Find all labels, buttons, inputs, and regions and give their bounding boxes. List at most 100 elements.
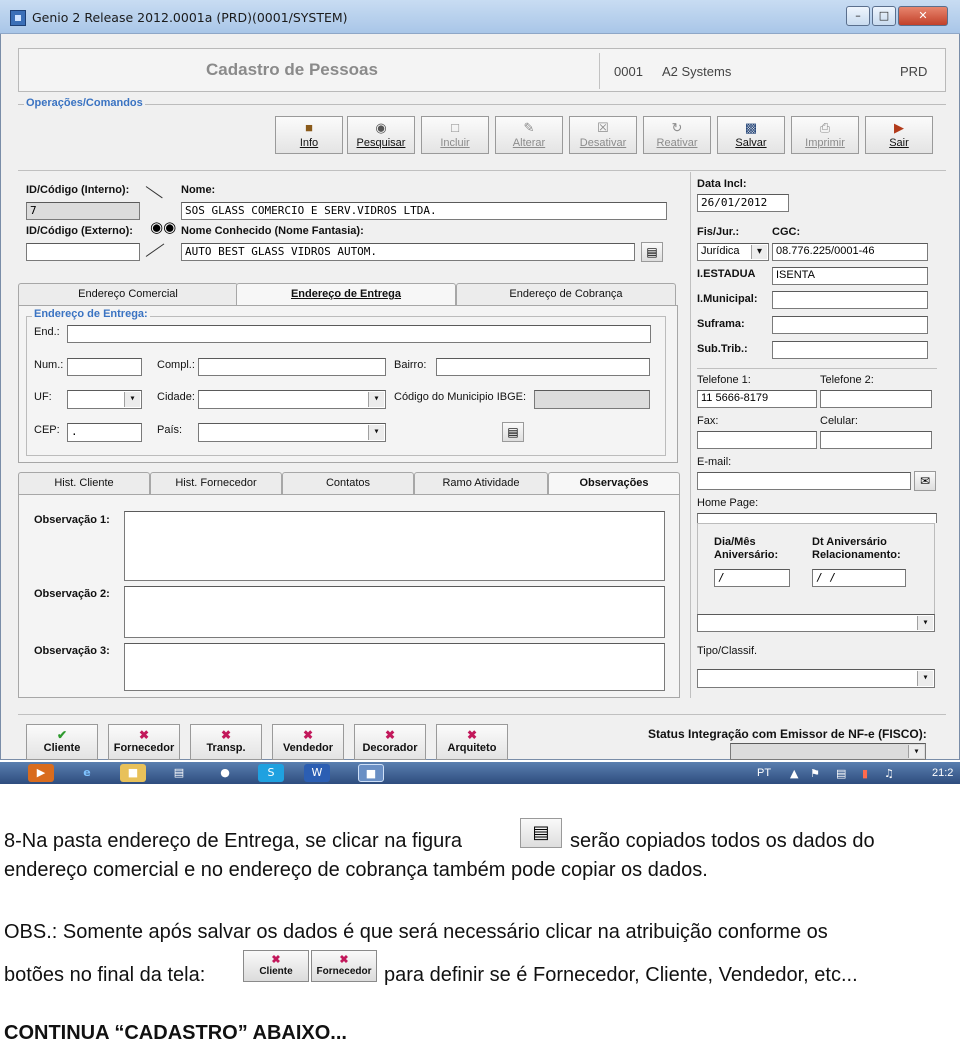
tel2-field[interactable]: [820, 390, 932, 408]
obs2-label: Observação 2:: [34, 588, 110, 600]
x-icon: ✖: [302, 728, 314, 742]
aniv-field[interactable]: /: [714, 569, 790, 587]
tab-observacoes[interactable]: Observações: [548, 472, 680, 494]
tel1-label: Telefone 1:: [697, 374, 751, 386]
cliente-button[interactable]: ✔ Cliente: [26, 724, 98, 760]
header-panel: [18, 48, 946, 92]
pesquisar-button[interactable]: ◉ Pesquisar: [347, 116, 415, 154]
data-incl-field[interactable]: 26/01/2012: [697, 194, 789, 212]
notes-icon[interactable]: ▤: [166, 764, 192, 782]
cidade-select[interactable]: [198, 390, 386, 409]
tipo-label: Tipo/Classif.: [697, 645, 758, 657]
im-field[interactable]: [772, 291, 928, 309]
nome-field[interactable]: SOS GLASS COMERCIO E SERV.VIDROS LTDA.: [181, 202, 667, 220]
fis-jur-select[interactable]: Jurídica: [697, 243, 769, 261]
im-label: I.Municipal:: [697, 293, 758, 305]
suframa-label: Suframa:: [697, 318, 745, 330]
transp-button[interactable]: ✖ Transp.: [190, 724, 262, 760]
cep-field[interactable]: .: [67, 423, 142, 442]
email-field[interactable]: [697, 472, 911, 490]
num-field[interactable]: [67, 358, 142, 376]
uf-select[interactable]: [67, 390, 142, 409]
ie-field[interactable]: ISENTA: [772, 267, 928, 285]
status-integracao-select[interactable]: [730, 743, 926, 760]
pais-label: País:: [157, 424, 183, 436]
tab-hist-fornecedor[interactable]: Hist. Fornecedor: [150, 472, 282, 494]
id-externo-field[interactable]: [26, 243, 140, 261]
doc-line-1b: serão copiados todos os dados do: [570, 830, 875, 852]
copy-address-button[interactable]: ▤: [502, 422, 524, 442]
fornecedor-button[interactable]: ✖ Fornecedor: [108, 724, 180, 760]
sair-button[interactable]: ▶ Sair: [865, 116, 933, 154]
homepage-field[interactable]: [697, 513, 937, 523]
tray-flag-icon[interactable]: ⚑: [810, 767, 820, 780]
email-label: E-mail:: [697, 456, 732, 468]
genio-app-icon[interactable]: ■: [358, 764, 384, 782]
fantasia-field[interactable]: AUTO BEST GLASS VIDROS AUTOM.: [181, 243, 635, 261]
end-field[interactable]: [67, 325, 651, 343]
reativar-button[interactable]: ↻ Reativar: [643, 116, 711, 154]
tel1-field[interactable]: 11 5666-8179: [697, 390, 817, 408]
tab-endereco-comercial[interactable]: Endereço Comercial: [18, 283, 238, 305]
obs1-textarea[interactable]: [124, 511, 665, 581]
browser-icon[interactable]: e: [74, 764, 100, 782]
id-interno-label: ID/Código (Interno):: [26, 184, 130, 196]
tray-signal-icon[interactable]: ▮: [862, 767, 868, 780]
subtrib-field[interactable]: [772, 341, 928, 359]
data-incl-label: Data Incl:: [697, 178, 747, 190]
divider: [18, 714, 946, 715]
cgc-field[interactable]: 08.776.225/0001-46: [772, 243, 928, 261]
id-interno-field[interactable]: 7: [26, 202, 140, 220]
id-externo-label: ID/Código (Externo):: [26, 225, 133, 237]
uf-label: UF:: [34, 391, 52, 403]
email-button[interactable]: ✉: [914, 471, 936, 491]
info-button[interactable]: ■ Info: [275, 116, 343, 154]
network-icon[interactable]: ●: [212, 764, 238, 782]
desativar-button[interactable]: ☒ Desativar: [569, 116, 637, 154]
bairro-field[interactable]: [436, 358, 650, 376]
close-window-button[interactable]: ✕: [898, 6, 948, 26]
title-bar[interactable]: Genio 2 Release 2012.0001a (PRD)(0001/SY…: [0, 0, 960, 34]
minimize-button[interactable]: –: [846, 6, 870, 26]
tab-ramo-atividade[interactable]: Ramo Atividade: [414, 472, 548, 494]
skype-icon[interactable]: S: [258, 764, 284, 782]
maximize-button[interactable]: □: [872, 6, 896, 26]
tab-endereco-entrega[interactable]: Endereço de Entrega: [236, 283, 456, 305]
imprimir-button[interactable]: ⎙ Imprimir: [791, 116, 859, 154]
tipo-select[interactable]: [697, 669, 935, 688]
vendedor-button[interactable]: ✖ Vendedor: [272, 724, 344, 760]
language-indicator[interactable]: PT: [757, 767, 771, 779]
print-icon: ⎙: [819, 120, 831, 135]
dt-rel-field[interactable]: / /: [812, 569, 906, 587]
salvar-button[interactable]: ▩ Salvar: [717, 116, 785, 154]
tab-hist-cliente[interactable]: Hist. Cliente: [18, 472, 150, 494]
tab-contatos[interactable]: Contatos: [282, 472, 414, 494]
binoculars-search-icon[interactable]: ◉◉: [150, 217, 176, 237]
cidade-label: Cidade:: [157, 391, 195, 403]
compl-field[interactable]: [198, 358, 386, 376]
media-player-icon[interactable]: ▶: [28, 764, 54, 782]
arquiteto-button[interactable]: ✖ Arquiteto: [436, 724, 508, 760]
tab-endereco-cobranca[interactable]: Endereço de Cobrança: [456, 283, 676, 305]
pais-select[interactable]: [198, 423, 386, 442]
suframa-field[interactable]: [772, 316, 928, 334]
obs2-textarea[interactable]: [124, 586, 665, 638]
obs3-textarea[interactable]: [124, 643, 665, 691]
folder-icon[interactable]: ■: [120, 764, 146, 782]
status-integracao-label: Status Integração com Emissor de NF-e (F…: [648, 727, 927, 741]
alterar-button[interactable]: ✎ Alterar: [495, 116, 563, 154]
volume-icon[interactable]: ♫: [884, 767, 894, 780]
aniversario-select[interactable]: [697, 614, 935, 632]
ibge-label: Código do Municipio IBGE:: [394, 391, 527, 403]
copy-icon: ▤: [646, 245, 658, 259]
tray-up-icon[interactable]: ▲: [790, 767, 798, 780]
incluir-button[interactable]: □ Incluir: [421, 116, 489, 154]
word-icon[interactable]: W: [304, 764, 330, 782]
ibge-field[interactable]: [534, 390, 650, 409]
tray-network-icon[interactable]: ▤: [836, 767, 846, 780]
company-code: 0001: [614, 64, 643, 79]
decorador-button[interactable]: ✖ Decorador: [354, 724, 426, 760]
fax-field[interactable]: [697, 431, 817, 449]
copy-name-button[interactable]: ▤: [641, 242, 663, 262]
celular-field[interactable]: [820, 431, 932, 449]
